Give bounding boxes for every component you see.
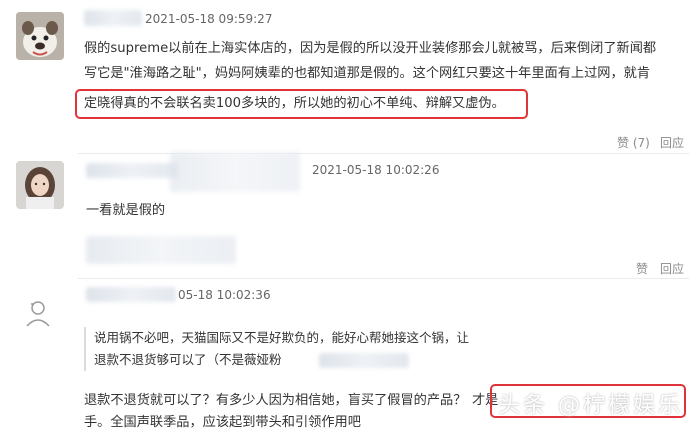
username-blurred[interactable] <box>84 10 142 26</box>
reply-button[interactable]: 回应 <box>660 134 684 151</box>
like-button[interactable]: 赞 (7) <box>617 134 650 151</box>
avatar-girl[interactable] <box>16 161 64 209</box>
comment-text-line: 假的supreme以前在上海实体店的，因为是假的所以没开业装修那会儿就被骂，后来… <box>84 41 657 56</box>
avatar-default[interactable] <box>18 294 58 334</box>
comment-divider <box>78 278 689 279</box>
comment-text: 一看就是假的 <box>86 203 166 218</box>
blurred-overlay <box>170 152 300 192</box>
bulldog-avatar-image <box>16 12 64 60</box>
quoted-reply: 说用锅不必吧，天猫国际又不是好欺负的，能好心帮她接这个锅，让 退款不退货够可以了… <box>84 327 514 371</box>
comment-timestamp: 2021-05-18 09:59:27 <box>145 12 273 26</box>
like-button[interactable]: 赞 <box>636 260 648 277</box>
like-label: 赞 <box>617 136 630 150</box>
blurred-overlay <box>86 236 236 264</box>
reply-button[interactable]: 回应 <box>660 260 684 277</box>
comment-timestamp: 05-18 10:02:36 <box>178 288 271 302</box>
quote-line: 说用锅不必吧，天猫国际又不是好欺负的，能好心帮她接这个锅，让 <box>94 330 470 345</box>
avatar-bulldog[interactable] <box>16 12 64 60</box>
comment-text-line: 写它是"淮海路之耻"，妈妈阿姨辈的也都知道那是假的。这个网红只要这十年里面有上过… <box>84 66 651 81</box>
username-blurred[interactable] <box>86 163 178 178</box>
highlight-box <box>75 89 528 119</box>
quote-line: 退款不退货够可以了（不是薇娅粉 <box>94 349 514 371</box>
quote-line-text: 退款不退货够可以了（不是薇娅粉 <box>94 352 282 367</box>
comment-timestamp: 2021-05-18 10:02:26 <box>312 163 440 177</box>
source-watermark: 头条 @柠檬娱乐 <box>498 393 683 418</box>
default-avatar-icon <box>18 294 58 334</box>
girl-avatar-image <box>16 161 64 209</box>
comment-text-line: 手。全国声联季品，应该起到带头和引领作用吧 <box>84 415 361 430</box>
comment-text-line: 退款不退货就可以了？有多少人因为相信她，盲买了假冒的产品？ <box>84 393 467 408</box>
like-count: (7) <box>632 136 650 150</box>
username-blurred[interactable] <box>86 287 176 302</box>
blurred-overlay <box>319 353 409 368</box>
